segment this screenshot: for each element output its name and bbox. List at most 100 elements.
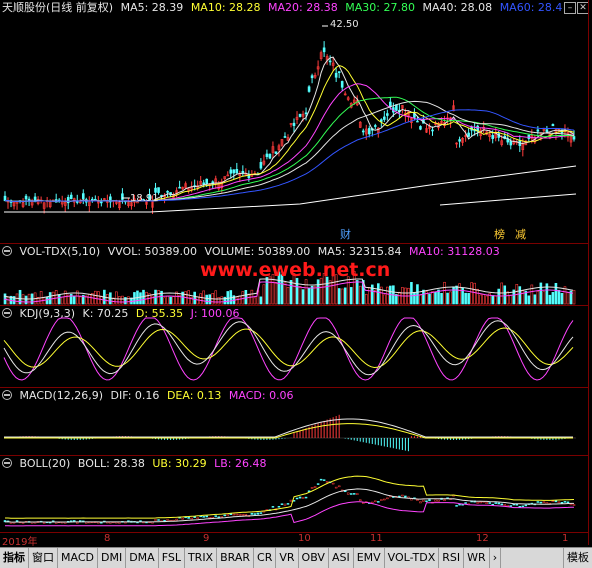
volume-bar	[437, 289, 440, 305]
boll-candle	[521, 505, 525, 508]
volume-bar	[145, 291, 148, 305]
candle-body	[154, 187, 157, 193]
volume-bar	[238, 295, 242, 305]
candle-body	[572, 136, 576, 140]
candle-body	[458, 139, 461, 142]
event-marker-bang[interactable]: 榜	[494, 226, 505, 242]
event-marker-cai[interactable]: 财	[340, 226, 351, 242]
volume-bar	[358, 285, 362, 305]
volume-bar	[539, 282, 543, 305]
tab-template[interactable]: 模板	[563, 548, 592, 568]
boll-candle	[250, 512, 254, 515]
ma-line-20	[4, 83, 575, 202]
volume-bar	[78, 296, 82, 305]
candle-body	[383, 116, 386, 120]
boll-candle	[563, 501, 567, 503]
tab-dmi[interactable]: DMI	[98, 548, 127, 568]
candle-body	[3, 195, 7, 202]
boll-candle	[355, 493, 359, 495]
volume-bar	[476, 288, 479, 305]
tab-asi[interactable]: ASI	[329, 548, 354, 568]
candle-body	[24, 195, 28, 200]
candle-body	[157, 187, 160, 193]
time-label: 12	[476, 533, 489, 544]
boll-candle	[181, 517, 184, 520]
volume-bar	[121, 295, 124, 305]
boll-candle	[569, 503, 573, 506]
candle-body	[205, 178, 209, 184]
candle-body	[328, 60, 332, 63]
volume-bar	[15, 293, 19, 305]
candle-body	[509, 140, 513, 146]
tab-scroll-right[interactable]: ›	[490, 548, 502, 568]
tab-macd[interactable]: MACD	[58, 548, 98, 568]
volume-bar	[60, 296, 64, 305]
volume-bar	[283, 282, 287, 305]
tab-vol-tdx[interactable]: VOL-TDX	[385, 548, 440, 568]
boll-ub-line	[5, 475, 575, 519]
volume-bar	[470, 282, 473, 305]
volume-bar	[367, 287, 371, 305]
boll-candle	[371, 501, 374, 504]
tab-emv[interactable]: EMV	[354, 548, 385, 568]
boll-candle	[316, 483, 320, 485]
candle-body	[361, 130, 365, 133]
boll-candle	[175, 518, 178, 521]
volume-bar	[479, 294, 482, 305]
price-panel[interactable]: 天顺股份(日线 前复权) MA5: 28.39 MA10: 28.28 MA20…	[0, 0, 589, 243]
candle-body	[310, 75, 314, 79]
volume-bar	[328, 280, 332, 305]
volume-bar	[530, 284, 534, 305]
tab-brar[interactable]: BRAR	[217, 548, 255, 568]
volume-bar	[163, 297, 166, 305]
volume-bar	[193, 291, 196, 305]
boll-candle	[346, 492, 350, 495]
volume-bar	[422, 289, 425, 305]
tab-rsi[interactable]: RSI	[439, 548, 465, 568]
tab-obv[interactable]: OBV	[299, 548, 329, 568]
tab-cr[interactable]: CR	[254, 548, 277, 568]
volume-bar	[455, 285, 458, 305]
right-axis	[588, 0, 592, 545]
kdj-chart	[3, 317, 574, 381]
volume-bar	[289, 280, 293, 305]
tab-fsl[interactable]: FSL	[159, 548, 185, 568]
boll-candle	[226, 514, 230, 517]
volume-bar	[118, 296, 121, 305]
boll-chart	[3, 475, 576, 527]
tab-vr[interactable]: VR	[276, 548, 299, 568]
boll-candle	[334, 486, 338, 489]
boll-candle	[425, 500, 428, 502]
volume-bar	[446, 292, 449, 305]
volume-bar	[485, 295, 488, 305]
boll-candle	[253, 513, 257, 515]
macd-panel[interactable]: MACD(12,26,9) DIF: 0.16 DEA: 0.13 MACD: …	[0, 387, 588, 456]
tab-trix[interactable]: TRIX	[185, 548, 218, 568]
tab-indicators[interactable]: 指标	[0, 548, 29, 568]
boll-candle	[428, 499, 431, 502]
tab-wr[interactable]: WR	[464, 548, 490, 568]
volume-bar	[506, 291, 510, 305]
volume-bar	[220, 296, 224, 305]
volume-bar	[340, 288, 344, 305]
candle-body	[337, 71, 341, 74]
volume-bar	[166, 295, 169, 305]
volume-bar	[349, 287, 353, 305]
volume-bar	[325, 276, 329, 305]
candle-body	[322, 47, 326, 53]
boll-candle	[322, 479, 326, 481]
candle-body	[386, 113, 389, 116]
boll-candle	[554, 500, 558, 503]
kdj-k-line	[3, 320, 574, 376]
volume-bar	[434, 291, 437, 305]
boll-candle	[560, 502, 564, 504]
volume-bar	[491, 295, 495, 305]
kdj-panel[interactable]: KDJ(9,3,3) K: 70.25 D: 55.35 J: 100.06	[0, 305, 588, 388]
boll-panel[interactable]: BOLL(20) BOLL: 28.38 UB: 30.29 LB: 26.48	[0, 455, 588, 533]
tab-dma[interactable]: DMA	[126, 548, 159, 568]
boll-candle	[325, 481, 329, 483]
tab-window[interactable]: 窗口	[29, 548, 58, 568]
event-marker-jian[interactable]: 减	[515, 226, 526, 242]
low-price-label: 18.91	[130, 193, 159, 204]
boll-candle	[503, 504, 506, 506]
